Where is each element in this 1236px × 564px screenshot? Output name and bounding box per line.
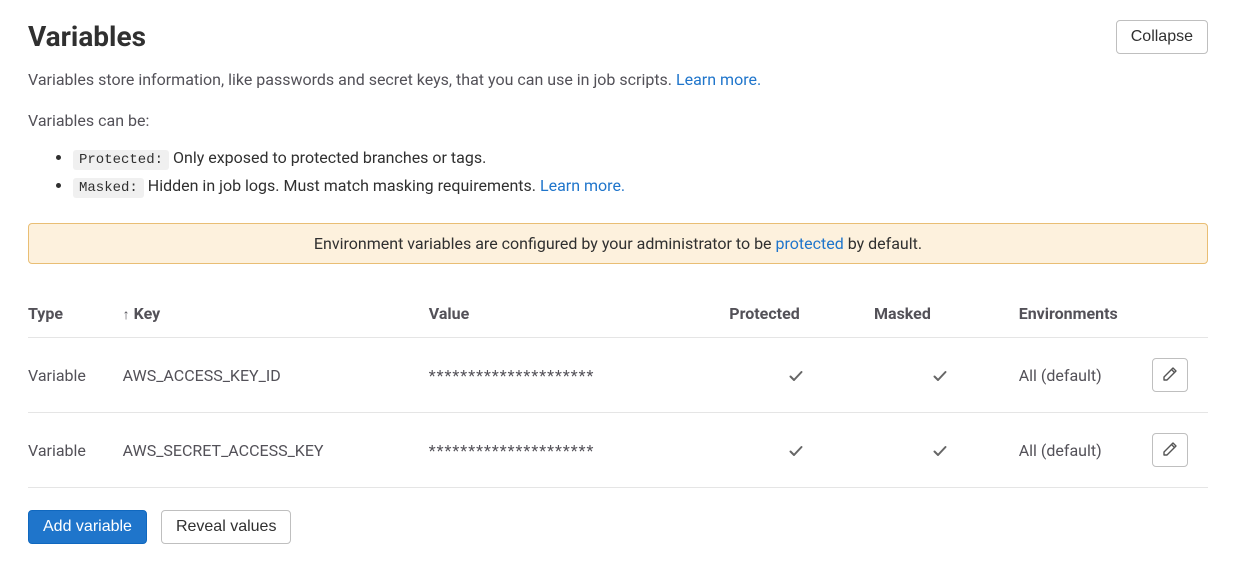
add-variable-button[interactable]: Add variable (28, 510, 147, 544)
list-item: Protected: Only exposed to protected bra… (73, 144, 1208, 173)
check-icon (788, 441, 804, 460)
cell-environments: All (default) (1019, 338, 1153, 413)
variables-table: Type ↑Key Value Protected Masked Environ… (28, 290, 1208, 488)
check-icon (932, 366, 948, 385)
cell-value: ********************* (429, 338, 730, 413)
check-icon (788, 366, 804, 385)
banner-text-after: by default. (844, 234, 922, 253)
cell-protected (729, 413, 874, 488)
protected-text: Only exposed to protected branches or ta… (169, 148, 486, 167)
cell-key: AWS_ACCESS_KEY_ID (123, 338, 429, 413)
check-icon (932, 441, 948, 460)
edit-variable-button[interactable] (1152, 358, 1188, 392)
cell-masked (874, 413, 1019, 488)
protected-link[interactable]: protected (776, 234, 844, 253)
column-header-value[interactable]: Value (429, 290, 730, 338)
table-header-row: Type ↑Key Value Protected Masked Environ… (28, 290, 1208, 338)
column-header-key[interactable]: ↑Key (123, 290, 429, 338)
masked-text: Hidden in job logs. Must match masking r… (144, 176, 540, 195)
cell-protected (729, 338, 874, 413)
cell-key: AWS_SECRET_ACCESS_KEY (123, 413, 429, 488)
collapse-button[interactable]: Collapse (1116, 20, 1208, 54)
list-item: Masked: Hidden in job logs. Must match m… (73, 172, 1208, 201)
cell-type: Variable (28, 338, 123, 413)
variables-description: Variables store information, like passwo… (28, 68, 1208, 93)
pencil-icon (1162, 366, 1178, 385)
reveal-values-button[interactable]: Reveal values (161, 510, 292, 544)
column-header-protected[interactable]: Protected (729, 290, 874, 338)
banner-text-before: Environment variables are configured by … (314, 234, 776, 253)
cell-type: Variable (28, 413, 123, 488)
column-key-label: Key (134, 304, 161, 323)
column-header-environments[interactable]: Environments (1019, 290, 1153, 338)
column-header-actions (1152, 290, 1208, 338)
cell-edit (1152, 413, 1208, 488)
cell-edit (1152, 338, 1208, 413)
protected-default-banner: Environment variables are configured by … (28, 223, 1208, 264)
cell-masked (874, 338, 1019, 413)
description-text: Variables store information, like passwo… (28, 70, 676, 89)
edit-variable-button[interactable] (1152, 433, 1188, 467)
column-header-type[interactable]: Type (28, 290, 123, 338)
learn-more-link[interactable]: Learn more. (676, 70, 761, 89)
variable-types-list: Protected: Only exposed to protected bra… (28, 144, 1208, 201)
masked-learn-more-link[interactable]: Learn more. (540, 176, 625, 195)
sort-ascending-icon: ↑ (123, 306, 130, 323)
page-title: Variables (28, 20, 146, 53)
cell-value: ********************* (429, 413, 730, 488)
table-row: VariableAWS_SECRET_ACCESS_KEY***********… (28, 413, 1208, 488)
cell-environments: All (default) (1019, 413, 1153, 488)
protected-pill: Protected: (73, 150, 169, 170)
table-row: VariableAWS_ACCESS_KEY_ID***************… (28, 338, 1208, 413)
variables-can-be-text: Variables can be: (28, 111, 1208, 130)
pencil-icon (1162, 441, 1178, 460)
column-header-masked[interactable]: Masked (874, 290, 1019, 338)
masked-pill: Masked: (73, 178, 144, 198)
